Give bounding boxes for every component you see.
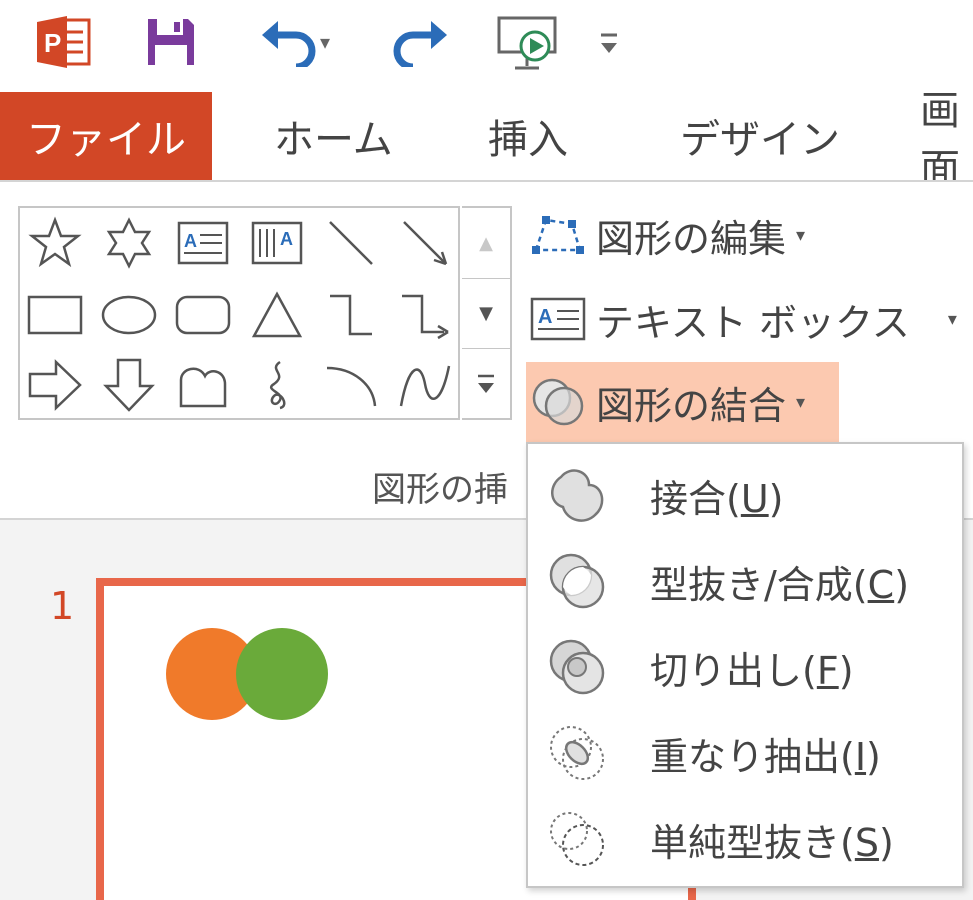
tab-transitions-label: 画面 xyxy=(920,92,960,180)
subtract-icon xyxy=(542,804,612,874)
menu-item-subtract-label: 単純型抜き(S) xyxy=(650,820,894,865)
chevron-down-icon[interactable]: ▾ xyxy=(320,30,330,54)
intersect-icon xyxy=(542,718,612,788)
edit-points-icon xyxy=(526,205,590,265)
expand-gallery-icon xyxy=(478,374,494,393)
green-circle-shape[interactable] xyxy=(236,628,328,720)
chevron-down-icon: ▾ xyxy=(796,224,806,246)
freeform-shape-icon[interactable] xyxy=(172,354,234,416)
tab-transitions[interactable]: 画面 xyxy=(920,92,973,180)
text-box-icon: A xyxy=(526,289,590,349)
menu-item-fragment[interactable]: 切り出し(F) xyxy=(528,624,962,710)
menu-item-union[interactable]: 接合(U) xyxy=(528,452,962,538)
menu-item-intersect-label: 重なり抽出(I) xyxy=(650,734,881,779)
edit-shape-button[interactable]: 図形の編集 ▾ xyxy=(526,198,805,272)
six-point-star-shape-icon[interactable] xyxy=(98,212,160,274)
tab-home-label: ホーム xyxy=(274,117,393,163)
slideshow-from-start-icon[interactable] xyxy=(494,14,560,70)
merge-shapes-menu: 接合(U) 型抜き/合成(C) 切り出し(F) 重なり抽出(I) 単純型抜き(S… xyxy=(526,442,964,888)
ribbon-tabs: ファイル ホーム 挿入 デザイン 画面 xyxy=(0,92,973,180)
gallery-more-button[interactable] xyxy=(462,348,510,418)
powerpoint-logo-icon: P xyxy=(34,14,96,70)
tab-design-label: デザイン xyxy=(680,117,840,163)
menu-item-subtract[interactable]: 単純型抜き(S) xyxy=(528,796,962,882)
text-box-shape-icon[interactable]: A xyxy=(172,212,234,274)
redo-icon[interactable] xyxy=(388,14,454,70)
merge-shapes-label: 図形の結合 xyxy=(596,383,787,428)
merge-shapes-button[interactable]: 図形の結合 ▾ xyxy=(526,362,840,442)
menu-item-combine-label: 型抜き/合成(C) xyxy=(650,562,910,607)
combine-icon xyxy=(542,546,612,616)
tab-home[interactable]: ホーム xyxy=(274,92,393,180)
line-shape-icon[interactable] xyxy=(320,212,382,274)
chevron-down-icon: ▾ xyxy=(947,308,957,330)
insert-shapes-group-label: 図形の挿 xyxy=(372,470,508,510)
down-arrow-shape-icon[interactable] xyxy=(98,354,160,416)
menu-item-fragment-label: 切り出し(F) xyxy=(650,648,854,693)
arc-shape-icon[interactable] xyxy=(320,354,382,416)
chevron-down-icon: ▼ xyxy=(479,303,493,324)
slide-number: 1 xyxy=(50,584,75,628)
star-shape-icon[interactable] xyxy=(24,212,86,274)
menu-item-union-label: 接合(U) xyxy=(650,476,784,521)
fragment-icon xyxy=(542,632,612,702)
tab-file-label: ファイル xyxy=(26,117,186,163)
save-icon[interactable] xyxy=(140,14,202,70)
shapes-gallery-scroll: ▲ ▼ xyxy=(462,206,512,420)
vertical-text-box-shape-icon[interactable]: A xyxy=(246,212,308,274)
rounded-rectangle-shape-icon[interactable] xyxy=(172,284,234,346)
triangle-shape-icon[interactable] xyxy=(246,284,308,346)
oval-shape-icon[interactable] xyxy=(98,284,160,346)
svg-text:A: A xyxy=(280,229,293,249)
edit-shape-label: 図形の編集 xyxy=(596,216,787,261)
menu-item-combine[interactable]: 型抜き/合成(C) xyxy=(528,538,962,624)
chevron-up-icon: ▲ xyxy=(479,232,493,254)
right-arrow-shape-icon[interactable] xyxy=(24,354,86,416)
merge-shapes-icon xyxy=(526,372,590,432)
customize-toolbar-icon[interactable] xyxy=(592,14,626,70)
tab-insert[interactable]: 挿入 xyxy=(488,92,568,180)
text-box-label: テキスト ボックス xyxy=(596,300,910,345)
union-icon xyxy=(542,460,612,530)
arrow-line-shape-icon[interactable] xyxy=(394,212,456,274)
scribble-shape-icon[interactable] xyxy=(246,354,308,416)
svg-text:A: A xyxy=(538,306,552,328)
elbow-connector-shape-icon[interactable] xyxy=(320,284,382,346)
tab-insert-label: 挿入 xyxy=(488,117,568,163)
curve-shape-icon[interactable] xyxy=(394,354,456,416)
chevron-down-icon: ▾ xyxy=(796,391,806,413)
tab-file[interactable]: ファイル xyxy=(0,92,212,180)
svg-text:A: A xyxy=(184,231,197,251)
gallery-scroll-up-button[interactable]: ▲ xyxy=(462,208,510,278)
shapes-gallery-grid: A A xyxy=(18,206,460,420)
quick-access-toolbar: P ▾ xyxy=(0,0,973,90)
rectangle-shape-icon[interactable] xyxy=(24,284,86,346)
svg-text:P: P xyxy=(44,28,61,58)
elbow-arrow-connector-shape-icon[interactable] xyxy=(394,284,456,346)
undo-icon[interactable]: ▾ xyxy=(244,14,344,70)
gallery-scroll-down-button[interactable]: ▼ xyxy=(462,278,510,348)
menu-item-intersect[interactable]: 重なり抽出(I) xyxy=(528,710,962,796)
text-box-button[interactable]: A テキスト ボックス ▾ xyxy=(526,282,957,356)
tab-design[interactable]: デザイン xyxy=(680,92,840,180)
